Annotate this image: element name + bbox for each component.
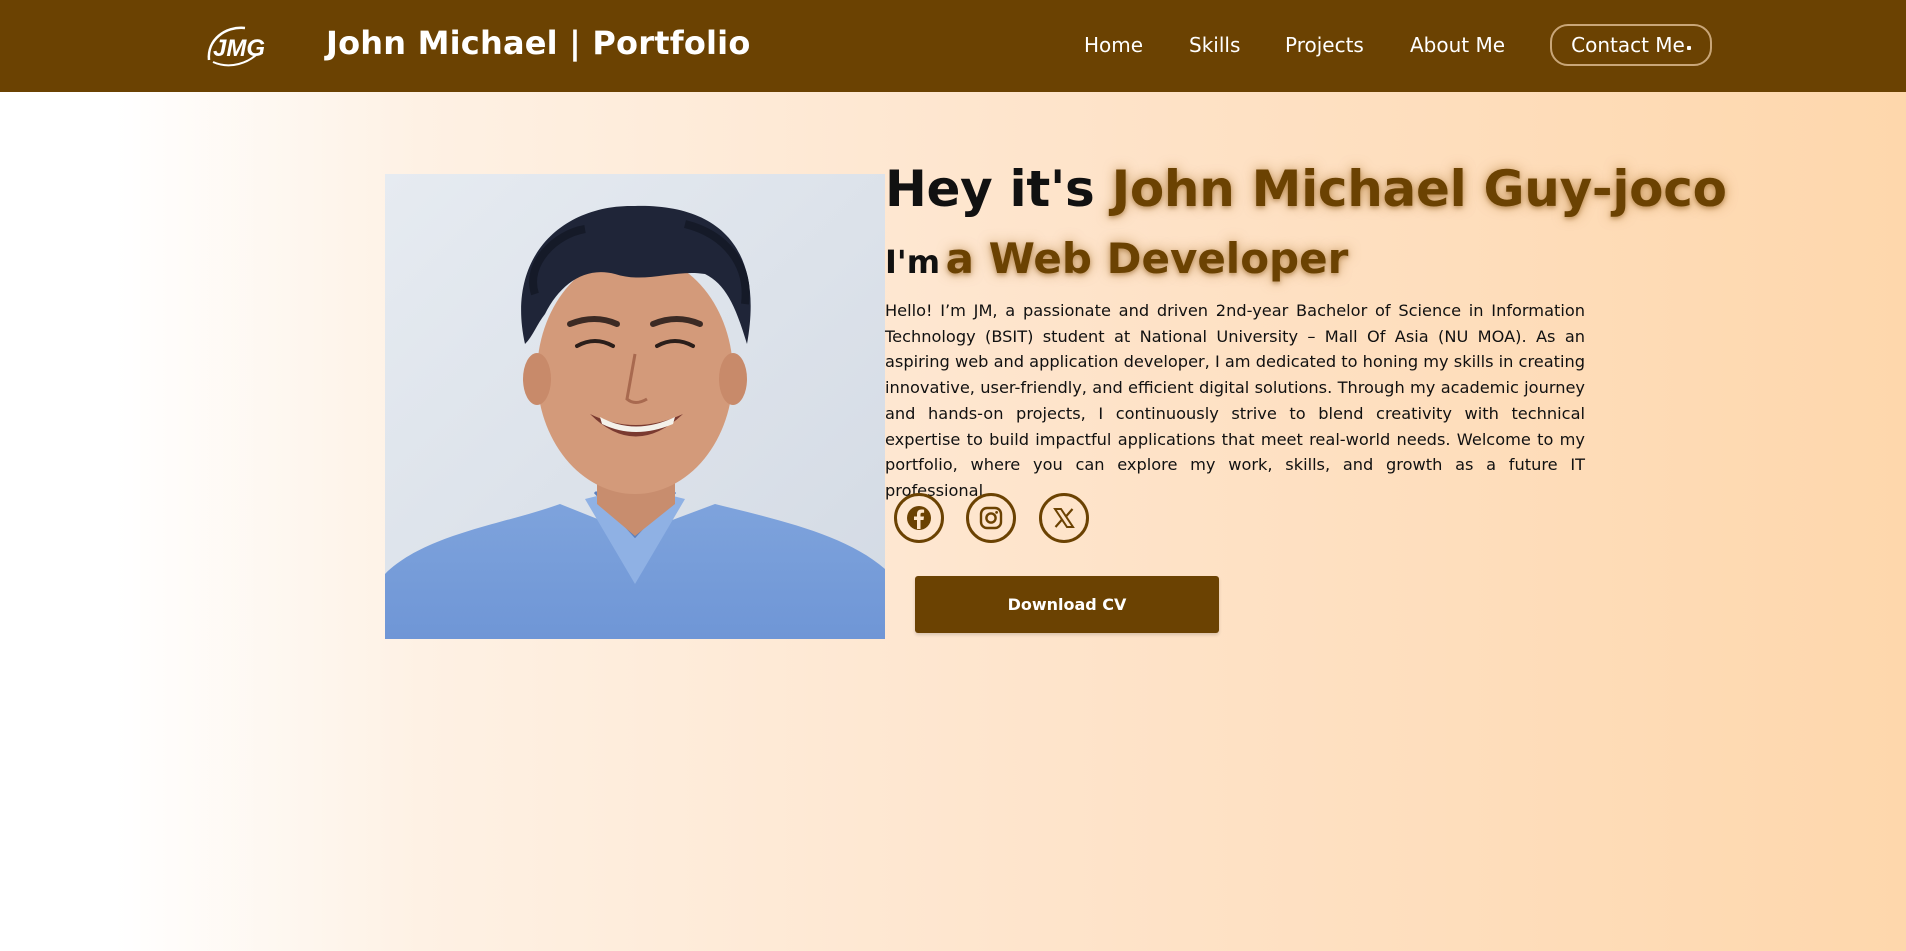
x-twitter-link[interactable] — [1039, 493, 1089, 543]
greeting-prefix: Hey it's — [885, 160, 1095, 218]
nav-skills[interactable]: Skills — [1189, 33, 1240, 57]
navbar: JMG John Michael | Portfolio Home Skills… — [0, 0, 1906, 92]
nav-about-me[interactable]: About Me — [1410, 33, 1505, 57]
hero-role: I'm a Web Developer — [885, 234, 1348, 283]
contact-dot-icon — [1686, 46, 1691, 50]
role-prefix: I'm — [885, 243, 941, 281]
nav-projects[interactable]: Projects — [1285, 33, 1364, 57]
download-cv-button[interactable]: Download CV — [915, 576, 1219, 633]
contact-me-label: Contact Me — [1571, 33, 1685, 57]
instagram-icon — [979, 506, 1003, 530]
nav-home[interactable]: Home — [1084, 33, 1143, 57]
hero-greeting: Hey it's John Michael Guy-joco — [885, 160, 1727, 218]
contact-me-button[interactable]: Contact Me — [1550, 24, 1712, 66]
x-twitter-icon — [1053, 508, 1075, 528]
hero-name: John Michael Guy-joco — [1111, 160, 1727, 218]
facebook-link[interactable] — [894, 493, 944, 543]
role-title: a Web Developer — [945, 234, 1349, 283]
profile-photo — [385, 174, 885, 639]
facebook-icon — [907, 506, 931, 530]
jmg-logo[interactable]: JMG — [205, 20, 273, 70]
bio-paragraph: Hello! I’m JM, a passionate and driven 2… — [885, 301, 1586, 500]
logo-text: JMG — [213, 35, 265, 62]
instagram-link[interactable] — [966, 493, 1016, 543]
site-title[interactable]: John Michael | Portfolio — [326, 24, 751, 62]
